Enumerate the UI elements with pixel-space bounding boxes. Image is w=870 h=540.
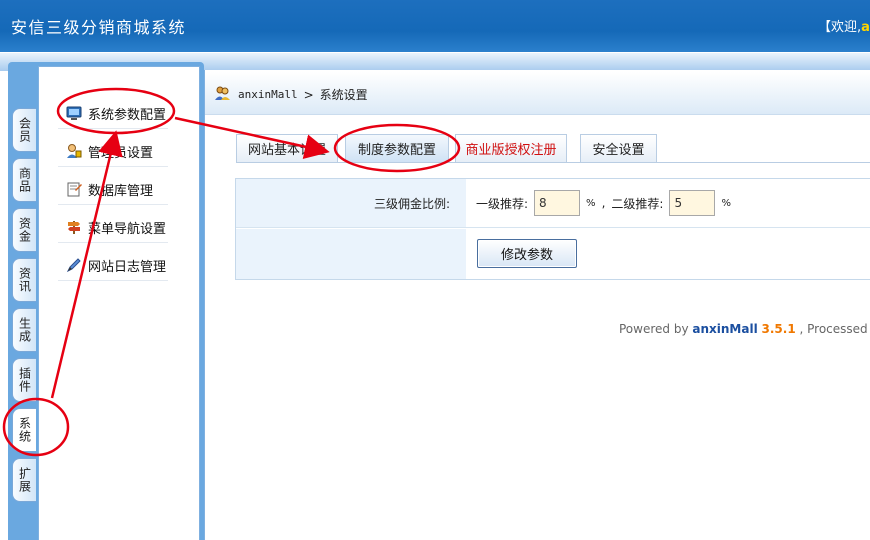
admin-user-icon xyxy=(66,143,82,159)
side-tab-system[interactable]: 系统 xyxy=(12,408,36,452)
side-tab-funds[interactable]: 资金 xyxy=(12,208,36,252)
menu-item-label: 菜单导航设置 xyxy=(88,221,167,237)
welcome-prefix: 【欢迎, xyxy=(818,20,862,35)
menu-item-database[interactable]: 数据库管理 xyxy=(66,179,153,199)
percent-sign: % xyxy=(721,197,731,209)
menu-item-admin-settings[interactable]: 管理员设置 xyxy=(66,141,153,161)
monitor-icon xyxy=(66,105,82,121)
welcome-text: 【欢迎,ad xyxy=(818,16,870,35)
tab-security-settings[interactable]: 安全设置 xyxy=(580,134,657,162)
app-title: 安信三级分销商城系统 xyxy=(11,18,187,37)
side-tab-members[interactable]: 会员 xyxy=(12,108,36,152)
footer-brand[interactable]: anxinMall xyxy=(692,322,757,336)
footer-powered-by: Powered by anxinMall 3.5.1 , Processed i… xyxy=(619,322,870,336)
comma-separator: , xyxy=(601,196,606,210)
form-label-cell xyxy=(236,229,466,279)
log-pen-icon xyxy=(66,257,82,273)
menu-divider xyxy=(58,280,168,281)
side-tab-generate[interactable]: 生成 xyxy=(12,308,36,352)
commission-label: 三级佣金比例: xyxy=(236,179,466,228)
tab-commercial-license[interactable]: 商业版授权注册 xyxy=(455,134,567,162)
side-tab-news[interactable]: 资讯 xyxy=(12,258,36,302)
database-icon xyxy=(66,181,82,197)
side-tab-plugins[interactable]: 插件 xyxy=(12,358,36,402)
breadcrumb-separator: > xyxy=(303,87,314,102)
commission-values: 一级推荐: % , 二级推荐: % xyxy=(466,179,870,228)
menu-item-label: 管理员设置 xyxy=(88,145,154,161)
modify-params-button[interactable]: 修改参数 xyxy=(477,239,577,268)
level2-input[interactable] xyxy=(669,190,716,216)
menu-divider xyxy=(58,204,168,205)
footer-version: 3.5.1 xyxy=(761,322,796,336)
footer-suffix: , Processed in 0.1 xyxy=(799,322,870,336)
footer-prefix: Powered by xyxy=(619,322,693,336)
menu-item-label: 网站日志管理 xyxy=(88,259,167,275)
level1-label: 一级推荐: xyxy=(476,196,529,211)
tab-underline xyxy=(236,162,870,163)
level1-input[interactable] xyxy=(534,190,581,216)
menu-item-label: 系统参数配置 xyxy=(88,107,167,123)
menu-item-label: 数据库管理 xyxy=(88,183,154,199)
side-tab-extend[interactable]: 扩展 xyxy=(12,458,36,502)
welcome-user[interactable]: ad xyxy=(861,20,870,35)
breadcrumb-current: 系统设置 xyxy=(319,88,368,102)
menu-divider xyxy=(58,128,168,129)
breadcrumb-root[interactable]: anxinMall xyxy=(238,88,298,101)
breadcrumb: anxinMall > 系统设置 xyxy=(214,85,368,104)
signpost-icon xyxy=(66,219,82,235)
tab-policy-params[interactable]: 制度参数配置 xyxy=(345,134,449,162)
top-header: 安信三级分销商城系统 【欢迎,ad xyxy=(0,0,870,52)
side-tab-products[interactable]: 商品 xyxy=(12,158,36,202)
menu-divider xyxy=(58,242,168,243)
menu-item-nav-settings[interactable]: 菜单导航设置 xyxy=(66,217,166,237)
menu-panel xyxy=(38,66,200,540)
tab-basic-settings[interactable]: 网站基本设置 xyxy=(236,134,338,162)
level2-label: 二级推荐: xyxy=(611,196,664,211)
menu-item-system-params[interactable]: 系统参数配置 xyxy=(66,103,166,123)
percent-sign: % xyxy=(586,197,596,209)
menu-divider xyxy=(58,166,168,167)
users-icon xyxy=(214,85,232,104)
menu-item-site-log[interactable]: 网站日志管理 xyxy=(66,255,166,275)
